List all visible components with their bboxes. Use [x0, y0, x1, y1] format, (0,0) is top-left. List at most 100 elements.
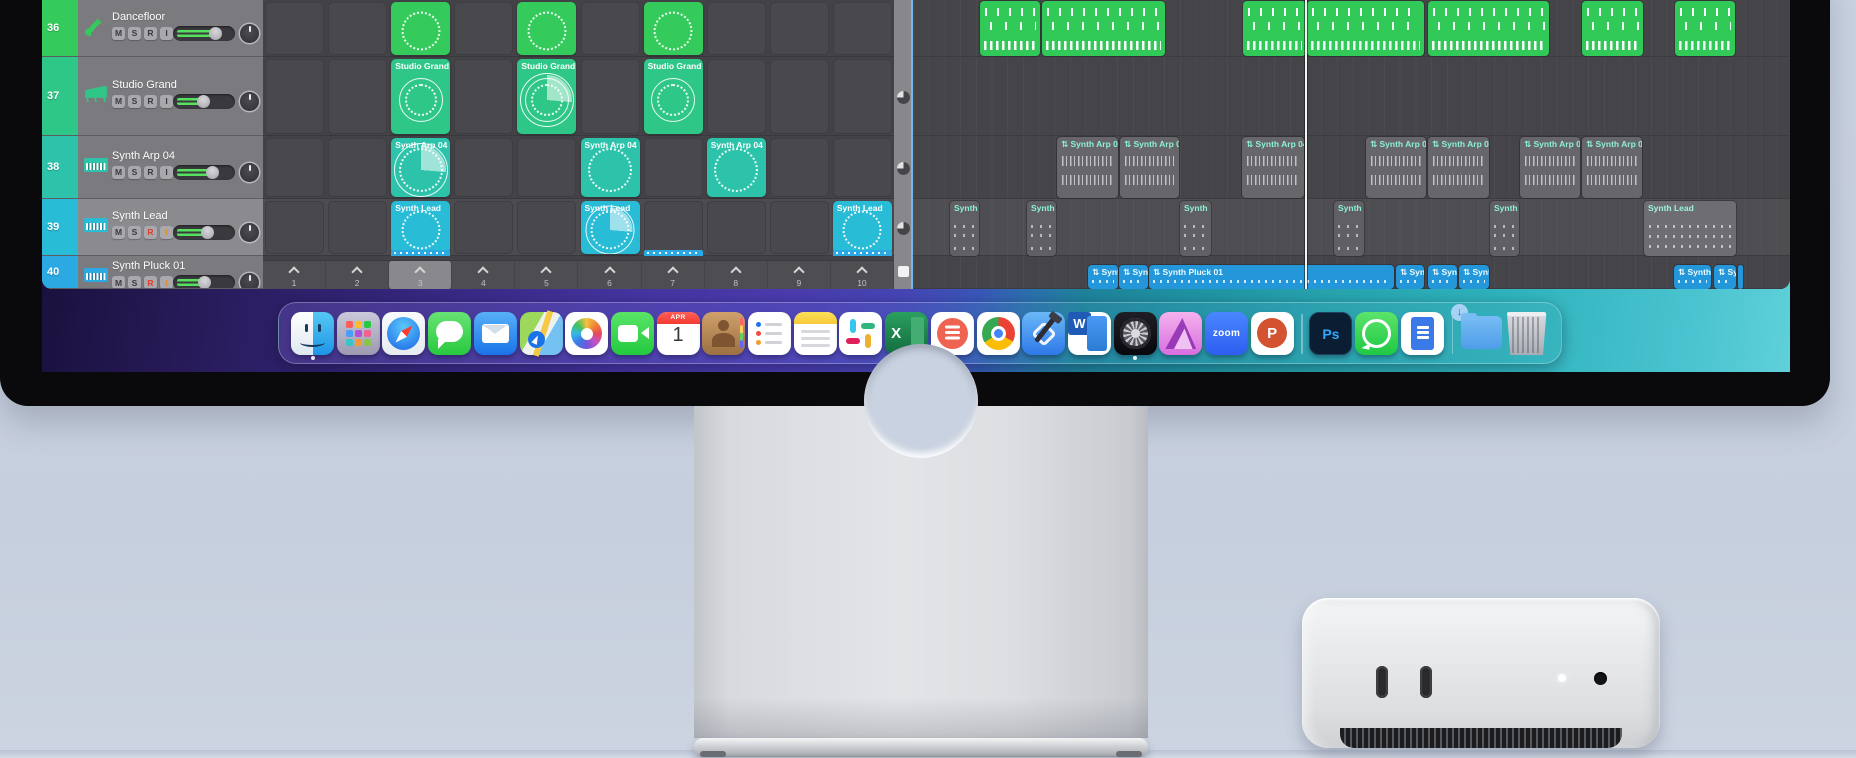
scene-trigger-3[interactable]: 3	[389, 261, 453, 289]
powerpoint-icon[interactable]: P	[1250, 312, 1294, 355]
word-icon[interactable]: W	[1067, 312, 1111, 355]
facetime-icon[interactable]	[610, 312, 654, 355]
region--synth-pluck-01[interactable]: ⇅ Synth Pluck 01	[1149, 265, 1394, 289]
loop-cell-sliver[interactable]	[832, 250, 892, 256]
contacts-icon[interactable]	[702, 312, 746, 355]
launchpad-icon[interactable]	[336, 312, 380, 355]
loop-cell-empty[interactable]	[265, 2, 325, 55]
region-synth[interactable]: Synth	[1027, 201, 1056, 256]
pan-knob[interactable]	[240, 273, 259, 288]
affinity-icon[interactable]	[1159, 312, 1203, 355]
whatsapp-icon[interactable]	[1355, 312, 1399, 355]
region--synth-arp-04[interactable]: ⇅ Synth Arp 04	[1120, 137, 1179, 198]
loop-cell-sliver[interactable]	[391, 250, 451, 256]
scene-trigger-9[interactable]: 9	[768, 261, 831, 289]
loop-cell-studio-grand[interactable]: Studio Grand	[391, 59, 451, 134]
downloads-icon[interactable]: ↓	[1451, 303, 1503, 355]
region--synth-arp-04[interactable]: ⇅ Synth Arp 04	[1520, 137, 1580, 198]
loop-cell-midi[interactable]	[517, 2, 577, 55]
mute-button[interactable]: M	[112, 94, 125, 108]
loop-cell-empty[interactable]	[454, 138, 514, 197]
loop-cell-synth-arp-04[interactable]: Synth Arp 04	[391, 138, 451, 197]
loop-cell-empty[interactable]	[832, 138, 892, 197]
loop-cell-synth-lead[interactable]: Synth Lead	[832, 201, 892, 254]
loop-cell-empty[interactable]	[265, 201, 325, 254]
region-midi-notes[interactable]	[1738, 265, 1743, 289]
headphone-jack[interactable]	[1594, 672, 1607, 685]
loop-cell-empty[interactable]	[706, 59, 766, 134]
region--synt[interactable]: ⇅ Synt	[1396, 265, 1424, 289]
loop-cell-empty[interactable]	[769, 138, 829, 197]
messages-icon[interactable]	[428, 312, 472, 355]
loop-cell-empty[interactable]	[265, 59, 325, 134]
region-midi-notes[interactable]	[1042, 1, 1165, 56]
scene-trigger-10[interactable]: 10	[831, 261, 894, 289]
loop-cell-empty[interactable]	[706, 201, 766, 254]
input-monitor-button[interactable]: I	[160, 94, 173, 108]
input-monitor-button[interactable]: I	[160, 225, 173, 239]
volume-slider[interactable]	[173, 224, 235, 240]
region-synth[interactable]: Synth	[1334, 201, 1364, 256]
record-arm-button[interactable]: R	[144, 165, 157, 179]
volume-knob[interactable]	[205, 165, 219, 179]
volume-knob[interactable]	[198, 276, 212, 288]
region-synth-lead[interactable]: Synth Lead	[1644, 201, 1736, 256]
loop-cell-empty[interactable]	[265, 138, 325, 197]
loop-cell-empty[interactable]	[832, 2, 892, 55]
region-midi-notes[interactable]	[980, 1, 1040, 56]
loop-cell-synth-lead[interactable]: Synth Lead	[580, 201, 640, 254]
scene-trigger-4[interactable]: 4	[452, 261, 516, 289]
loop-cell-midi[interactable]	[391, 2, 451, 55]
mute-button[interactable]: M	[112, 165, 125, 179]
finder-icon[interactable]	[291, 312, 334, 355]
solo-button[interactable]: S	[128, 94, 141, 108]
scene-trigger-8[interactable]: 8	[705, 261, 768, 289]
region--synth-arp-04[interactable]: ⇅ Synth Arp 04	[1057, 137, 1118, 198]
loop-cell-empty[interactable]	[454, 201, 514, 254]
loop-cell-empty[interactable]	[580, 59, 640, 134]
pan-knob[interactable]	[240, 222, 259, 242]
loop-cell-studio-grand[interactable]: Studio Grand	[643, 59, 703, 134]
volume-slider[interactable]	[173, 164, 235, 180]
loop-cell-synth-arp-04[interactable]: Synth Arp 04	[580, 138, 640, 197]
region-midi-notes[interactable]	[1582, 1, 1643, 56]
pan-knob[interactable]	[240, 162, 259, 182]
track-header-synth-pluck-01[interactable]: 40 Synth Pluck 01 M S R I	[42, 256, 263, 289]
playhead[interactable]	[1305, 0, 1307, 289]
region-midi-notes[interactable]	[1428, 1, 1549, 56]
loop-cell-synth-lead[interactable]: Synth Lead	[391, 201, 451, 254]
calendar-icon[interactable]: APR 1	[656, 312, 700, 355]
volume-slider[interactable]	[173, 25, 235, 41]
trash-icon[interactable]	[1506, 312, 1547, 355]
loop-cell-sliver[interactable]	[643, 250, 703, 256]
region--synt[interactable]: ⇅ Synt	[1119, 265, 1148, 289]
loop-cell-empty[interactable]	[832, 59, 892, 134]
loop-cell-empty[interactable]	[643, 138, 703, 197]
region-synth[interactable]: Synth	[1490, 201, 1519, 256]
volume-knob[interactable]	[197, 94, 210, 108]
pan-knob[interactable]	[240, 91, 259, 111]
record-arm-button[interactable]: R	[144, 225, 157, 239]
loop-cell-empty[interactable]	[328, 59, 388, 134]
region-midi-notes[interactable]	[1243, 1, 1306, 56]
scene-trigger-5[interactable]: 5	[515, 261, 579, 289]
input-monitor-button[interactable]: I	[160, 165, 173, 179]
volume-knob[interactable]	[209, 26, 223, 40]
loop-cell-empty[interactable]	[769, 59, 829, 134]
mute-button[interactable]: M	[112, 26, 125, 40]
loop-cell-empty[interactable]	[454, 59, 514, 134]
loop-cell-empty[interactable]	[580, 2, 640, 55]
solo-button[interactable]: S	[128, 165, 141, 179]
solo-button[interactable]: S	[128, 26, 141, 40]
stop-all-icon[interactable]	[898, 266, 909, 277]
chrome-icon[interactable]	[976, 312, 1020, 355]
loop-cell-empty[interactable]	[517, 138, 577, 197]
region--sy[interactable]: ⇅ Sy	[1714, 265, 1736, 289]
track-header-studio-grand[interactable]: 37 Studio Grand M S R I	[42, 57, 263, 136]
pan-knob[interactable]	[240, 23, 259, 43]
loop-cell-empty[interactable]	[454, 2, 514, 55]
region--synth-arp-04[interactable]: ⇅ Synth Arp 04	[1582, 137, 1642, 198]
loop-cell-midi[interactable]	[643, 2, 703, 55]
record-arm-button[interactable]: R	[144, 276, 157, 288]
volume-knob[interactable]	[201, 225, 215, 239]
